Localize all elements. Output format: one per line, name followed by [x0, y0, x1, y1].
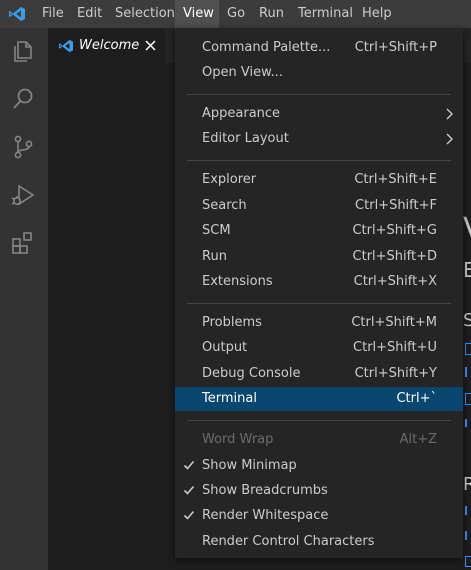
menu-item-open-view[interactable]: Open View... [175, 61, 463, 85]
welcome-link-icon[interactable] [465, 393, 471, 405]
welcome-subtitle-fragment: E [463, 258, 471, 282]
menu-item-shortcut: Ctrl+` [396, 391, 437, 406]
welcome-link-icon[interactable] [465, 367, 471, 377]
menu-separator [187, 160, 451, 161]
menu-item-command-palette[interactable]: Command Palette... Ctrl+Shift+P [175, 36, 463, 60]
menu-item-shortcut: Ctrl+Shift+D [352, 249, 437, 264]
menu-view[interactable]: View [175, 0, 219, 28]
title-bar: File Edit Selection View Go Run Terminal… [0, 0, 471, 28]
menu-item-scm[interactable]: SCM Ctrl+Shift+G [175, 219, 463, 243]
menu-item-label: Word Wrap [202, 432, 274, 447]
welcome-link-icon[interactable] [465, 419, 471, 427]
checkmark-icon [183, 485, 195, 495]
menu-item-label: Problems [202, 315, 262, 330]
menu-item-label: Open View... [202, 65, 283, 80]
menu-item-label: Appearance [202, 106, 281, 121]
menu-item-shortcut: Ctrl+Shift+P [354, 40, 437, 55]
tab-welcome[interactable]: Welcome [48, 28, 165, 63]
welcome-start-heading-fragment: S [463, 310, 471, 331]
welcome-link-icon[interactable] [465, 343, 471, 355]
menu-item-label: Show Breadcrumbs [202, 483, 328, 498]
menu-item-label: Explorer [202, 172, 257, 187]
menu-item-shortcut: Ctrl+Shift+Y [354, 366, 437, 381]
menu-item-label: Command Palette... [202, 40, 331, 55]
menu-item-explorer[interactable]: Explorer Ctrl+Shift+E [175, 168, 463, 192]
menu-item-label: Output [202, 340, 248, 355]
welcome-link-icon[interactable] [465, 506, 471, 515]
menu-item-search[interactable]: Search Ctrl+Shift+F [175, 194, 463, 218]
vscode-logo-icon [9, 7, 25, 21]
menu-go[interactable]: Go [219, 0, 253, 28]
vscode-logo-icon [59, 39, 73, 53]
menu-item-label: Debug Console [202, 366, 301, 381]
close-icon[interactable] [144, 39, 157, 52]
menu-file[interactable]: File [34, 0, 72, 28]
menu-edit[interactable]: Edit [69, 0, 110, 28]
menu-item-debug-console[interactable]: Debug Console Ctrl+Shift+Y [175, 362, 463, 386]
menu-item-label: Terminal [202, 391, 257, 406]
chevron-right-icon [446, 133, 453, 145]
extensions-icon[interactable] [10, 230, 36, 256]
menu-item-label: Editor Layout [202, 131, 289, 146]
welcome-title-fragment: V [463, 212, 471, 247]
menu-separator [187, 420, 451, 421]
files-icon[interactable] [10, 38, 36, 64]
menu-help[interactable]: Help [354, 0, 400, 28]
menu-item-show-minimap[interactable]: Show Minimap [175, 454, 463, 478]
menu-item-appearance[interactable]: Appearance [175, 102, 463, 126]
welcome-recent-heading-fragment: R [463, 474, 471, 495]
welcome-link-icon[interactable] [465, 556, 471, 567]
welcome-link-icon[interactable] [465, 531, 471, 540]
search-icon[interactable] [10, 86, 36, 112]
menu-item-run[interactable]: Run Ctrl+Shift+D [175, 245, 463, 269]
chevron-right-icon [446, 108, 453, 120]
run-debug-icon[interactable] [10, 182, 36, 208]
menu-selection[interactable]: Selection [107, 0, 183, 28]
menu-item-terminal[interactable]: Terminal Ctrl+` [175, 387, 463, 411]
menu-item-label: Extensions [202, 274, 273, 289]
menu-item-shortcut: Ctrl+Shift+F [355, 198, 437, 213]
menu-item-output[interactable]: Output Ctrl+Shift+U [175, 336, 463, 360]
menu-item-editor-layout[interactable]: Editor Layout [175, 127, 463, 151]
checkmark-icon [183, 460, 195, 470]
menu-item-label: Render Whitespace [202, 508, 329, 523]
menu-item-extensions[interactable]: Extensions Ctrl+Shift+X [175, 270, 463, 294]
menu-terminal[interactable]: Terminal [290, 0, 361, 28]
menu-separator [187, 94, 451, 95]
menu-item-render-whitespace[interactable]: Render Whitespace [175, 504, 463, 528]
tab-label: Welcome [79, 38, 140, 53]
view-menu-dropdown: Command Palette... Ctrl+Shift+P Open Vie… [175, 28, 463, 558]
menu-item-shortcut: Alt+Z [399, 432, 437, 447]
menu-item-shortcut: Ctrl+Shift+M [351, 315, 437, 330]
menu-item-word-wrap: Word Wrap Alt+Z [175, 428, 463, 452]
source-control-icon[interactable] [10, 134, 36, 160]
menu-item-shortcut: Ctrl+Shift+E [354, 172, 437, 187]
activity-bar [0, 28, 48, 570]
checkmark-icon [183, 510, 195, 520]
menu-item-shortcut: Ctrl+Shift+X [353, 274, 437, 289]
menu-item-label: Run [202, 249, 227, 264]
menu-item-shortcut: Ctrl+Shift+U [353, 340, 437, 355]
menu-item-render-control-characters[interactable]: Render Control Characters [175, 530, 463, 554]
menu-item-label: Render Control Characters [202, 534, 375, 549]
menu-separator [187, 303, 451, 304]
menu-item-shortcut: Ctrl+Shift+G [352, 223, 437, 238]
menu-item-label: Show Minimap [202, 458, 297, 473]
menu-item-problems[interactable]: Problems Ctrl+Shift+M [175, 311, 463, 335]
menu-item-label: Search [202, 198, 247, 213]
menu-run[interactable]: Run [251, 0, 292, 28]
menu-item-show-breadcrumbs[interactable]: Show Breadcrumbs [175, 479, 463, 503]
menu-item-label: SCM [202, 223, 231, 238]
